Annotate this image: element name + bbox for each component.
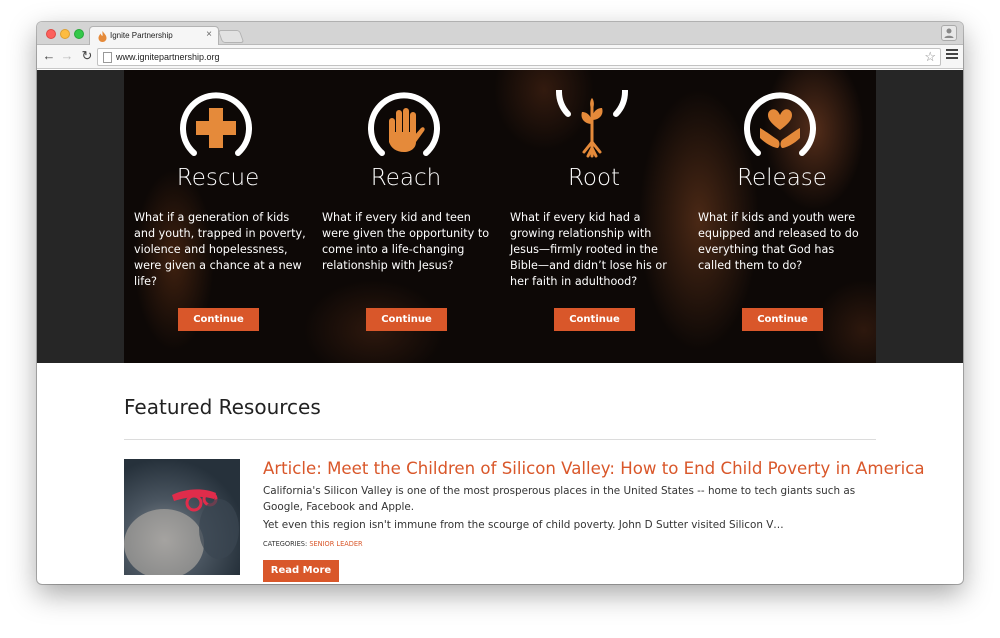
continue-button-root[interactable]: Continue [554, 308, 635, 331]
pillar-rescue: Rescue What if a generation of kids and … [124, 70, 312, 363]
close-tab-icon[interactable]: × [206, 30, 212, 40]
pillar-title: Root [567, 165, 621, 191]
pillar-title: Rescue [176, 165, 260, 191]
article-title-link[interactable]: Article: Meet the Children of Silicon Va… [263, 459, 925, 478]
maximize-window-button[interactable] [74, 29, 84, 39]
continue-button-rescue[interactable]: Continue [178, 308, 259, 331]
forward-arrow-icon[interactable]: → [59, 48, 75, 64]
featured-resources-heading: Featured Resources [124, 395, 321, 419]
url-text: www.ignitepartnership.org [116, 52, 220, 62]
hand-icon [368, 92, 440, 156]
categories-label: CATEGORIES: [263, 540, 308, 548]
pillar-root: Root What if every kid had a growing rel… [500, 70, 688, 363]
pillar-description: What if kids and youth were equipped and… [698, 211, 859, 272]
back-arrow-icon[interactable]: ← [41, 48, 57, 64]
continue-button-release[interactable]: Continue [742, 308, 823, 331]
browser-toolbar: ← → ↻ www.ignitepartnership.org ☆ [37, 45, 963, 69]
tab-title: Ignite Partnership [110, 31, 173, 40]
article-thumbnail[interactable] [124, 459, 240, 575]
hero-banner: Rescue What if a generation of kids and … [124, 70, 876, 363]
pillar-description: What if every kid and teen were given th… [322, 211, 490, 272]
read-more-button[interactable]: Read More [263, 560, 339, 582]
tab-strip: Ignite Partnership × [37, 22, 963, 46]
pillar-reach: Reach What if every kid and teen were gi… [312, 70, 500, 363]
pillar-title: Release [737, 165, 827, 191]
pillar-description: What if every kid had a growing relation… [510, 211, 667, 288]
bookmark-star-icon[interactable]: ☆ [924, 49, 936, 65]
article-excerpt-2: Yet even this region isn't immune from t… [263, 519, 784, 531]
heart-hands-icon [744, 92, 816, 156]
hamburger-menu-icon[interactable] [946, 49, 958, 61]
cross-icon [180, 92, 252, 156]
pillar-description: What if a generation of kids and youth, … [134, 211, 306, 288]
flame-icon [98, 31, 107, 42]
pillar-release: Release What if kids and youth were equi… [688, 70, 876, 363]
browser-window: Ignite Partnership × ← → ↻ www.ignitepar… [37, 22, 963, 584]
divider [124, 439, 876, 440]
page-icon [103, 52, 112, 63]
hero-section: Rescue What if a generation of kids and … [37, 70, 963, 363]
article-categories: CATEGORIES: SENIOR LEADER [263, 540, 363, 548]
continue-button-reach[interactable]: Continue [366, 308, 447, 331]
category-link[interactable]: SENIOR LEADER [309, 540, 362, 548]
minimize-window-button[interactable] [60, 29, 70, 39]
reload-icon[interactable]: ↻ [79, 48, 95, 64]
profile-icon[interactable] [941, 25, 957, 41]
new-tab-button[interactable] [217, 30, 245, 43]
tab-ignite-partnership[interactable]: Ignite Partnership × [89, 26, 219, 46]
sprout-icon [556, 90, 628, 158]
address-bar[interactable]: www.ignitepartnership.org ☆ [97, 48, 941, 66]
article-excerpt-1: California's Silicon Valley is one of th… [263, 485, 856, 513]
close-window-button[interactable] [46, 29, 56, 39]
pillar-title: Reach [370, 165, 442, 191]
